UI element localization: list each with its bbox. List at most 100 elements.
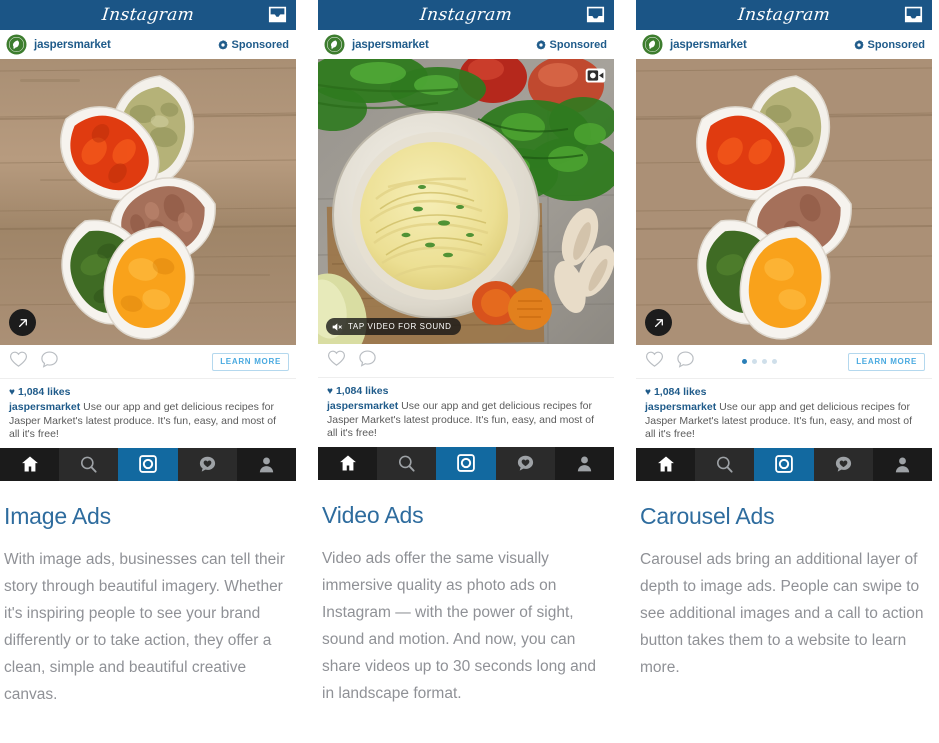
learn-more-button[interactable]: LEARN MORE xyxy=(212,352,289,371)
instagram-header: Instagram xyxy=(318,0,614,30)
instagram-wordmark: Instagram xyxy=(418,5,514,25)
likes-count: ♥ 1,084 likes xyxy=(645,386,923,398)
likes-text: 1,084 likes xyxy=(335,385,389,397)
profile-icon xyxy=(577,456,592,471)
profile-icon xyxy=(895,457,910,472)
nav-search[interactable] xyxy=(377,446,437,480)
caption-text-block: jaspersmarket Use our app and get delici… xyxy=(9,401,287,442)
advertiser-name[interactable]: jaspersmarket xyxy=(352,39,429,51)
ad-caption-block: ♥ 1,084 likes jaspersmarket Use our app … xyxy=(636,379,932,448)
instagram-wordmark: Instagram xyxy=(100,5,196,25)
camera-icon xyxy=(457,454,475,472)
instagram-ad-card: Instagram jaspersmarket Sponsored xyxy=(636,0,932,481)
description-video-ads: Video Ads Video ads offer the same visua… xyxy=(318,480,614,707)
column-gap xyxy=(614,0,636,743)
nav-profile[interactable] xyxy=(873,448,932,481)
search-icon xyxy=(399,455,415,472)
caption-author[interactable]: jaspersmarket xyxy=(645,401,716,413)
activity-heart-icon xyxy=(835,456,851,472)
nav-camera[interactable] xyxy=(118,447,178,481)
nav-search[interactable] xyxy=(59,447,119,481)
section-body: Video ads offer the same visually immers… xyxy=(322,549,597,702)
carousel-dots[interactable] xyxy=(742,359,778,364)
advertiser-name[interactable]: jaspersmarket xyxy=(34,39,111,51)
advertiser-name[interactable]: jaspersmarket xyxy=(670,39,747,51)
arrow-up-right-icon[interactable] xyxy=(9,309,36,336)
column-image-ads: Instagram jaspersmarket Sponsored LEARN … xyxy=(0,0,296,743)
sponsored-label-group[interactable]: Sponsored xyxy=(217,38,289,51)
nav-home[interactable] xyxy=(0,448,59,481)
instagram-header: Instagram xyxy=(0,0,296,30)
nav-camera[interactable] xyxy=(436,446,496,480)
advertiser-avatar[interactable] xyxy=(642,34,663,55)
description-carousel-ads: Carousel Ads Carousel ads bring an addit… xyxy=(636,481,939,681)
nav-search[interactable] xyxy=(695,447,755,481)
advertiser-avatar[interactable] xyxy=(6,34,27,55)
arrow-up-right-icon[interactable] xyxy=(645,309,672,336)
ad-action-row: LEARN MORE xyxy=(636,345,932,379)
heart-outline-icon[interactable] xyxy=(327,349,346,372)
likes-text: 1,084 likes xyxy=(17,386,71,398)
sponsored-label-group[interactable]: Sponsored xyxy=(853,38,925,51)
heart-outline-icon[interactable] xyxy=(645,350,664,373)
activity-heart-icon xyxy=(517,455,533,471)
bottom-nav-bar xyxy=(0,447,296,481)
comment-bubble-icon[interactable] xyxy=(676,350,695,374)
ad-media-photo-spices[interactable] xyxy=(636,59,932,345)
comment-bubble-icon[interactable] xyxy=(40,350,59,374)
gear-icon xyxy=(217,39,228,50)
sponsored-text: Sponsored xyxy=(231,38,289,51)
nav-profile[interactable] xyxy=(237,448,296,481)
nav-home[interactable] xyxy=(318,447,377,480)
column-gap xyxy=(296,0,318,743)
heart-filled-icon: ♥ xyxy=(9,386,15,398)
caption-text-block: jaspersmarket Use our app and get delici… xyxy=(645,401,923,442)
video-camera-icon xyxy=(585,67,606,84)
comment-bubble-icon[interactable] xyxy=(358,349,377,373)
ad-caption-block: ♥ 1,084 likes jaspersmarket Use our app … xyxy=(318,378,614,447)
ad-media-photo-spices[interactable] xyxy=(0,59,296,345)
muted-speaker-icon xyxy=(332,322,342,331)
section-title: Image Ads xyxy=(4,502,111,529)
nav-activity[interactable] xyxy=(495,446,555,480)
heart-outline-icon[interactable] xyxy=(9,350,28,373)
gear-icon xyxy=(535,39,546,50)
caption-author[interactable]: jaspersmarket xyxy=(327,400,398,412)
likes-text: 1,084 likes xyxy=(653,386,707,398)
sound-badge-label: TAP VIDEO FOR SOUND xyxy=(348,322,452,331)
tap-video-for-sound-badge[interactable]: TAP VIDEO FOR SOUND xyxy=(326,318,461,335)
caption-author[interactable]: jaspersmarket xyxy=(9,401,80,413)
advertiser-avatar[interactable] xyxy=(324,34,345,55)
carousel-dot[interactable] xyxy=(762,359,768,364)
heart-filled-icon: ♥ xyxy=(645,386,651,398)
section-body: With image ads, businesses can tell thei… xyxy=(4,550,285,703)
section-title: Video Ads xyxy=(322,501,424,528)
inbox-icon[interactable] xyxy=(586,6,605,23)
caption-text-block: jaspersmarket Use our app and get delici… xyxy=(327,400,605,441)
ad-caption-block: ♥ 1,084 likes jaspersmarket Use our app … xyxy=(0,379,296,448)
sponsored-label-group[interactable]: Sponsored xyxy=(535,38,607,51)
bottom-nav-bar xyxy=(318,446,614,480)
sponsored-text: Sponsored xyxy=(867,38,925,51)
nav-activity[interactable] xyxy=(177,447,237,481)
nav-home[interactable] xyxy=(636,448,695,481)
nav-activity[interactable] xyxy=(813,447,873,481)
spice-bowls-photo xyxy=(636,59,932,345)
nav-profile[interactable] xyxy=(555,447,614,480)
ad-media-video-pasta[interactable]: TAP VIDEO FOR SOUND xyxy=(318,59,614,344)
search-icon xyxy=(81,456,97,473)
inbox-icon[interactable] xyxy=(268,6,287,23)
inbox-icon[interactable] xyxy=(904,6,923,23)
camera-icon xyxy=(775,455,793,473)
sponsored-text: Sponsored xyxy=(549,38,607,51)
instagram-wordmark: Instagram xyxy=(736,5,832,25)
carousel-dot[interactable] xyxy=(752,359,758,364)
nav-camera[interactable] xyxy=(754,447,814,481)
likes-count: ♥ 1,084 likes xyxy=(9,386,287,398)
carousel-dot-active[interactable] xyxy=(742,359,748,364)
carousel-dot[interactable] xyxy=(772,359,778,364)
camera-icon xyxy=(139,455,157,473)
ad-header-row: jaspersmarket Sponsored xyxy=(0,30,296,59)
learn-more-button[interactable]: LEARN MORE xyxy=(848,352,925,371)
instagram-header: Instagram xyxy=(636,0,932,30)
